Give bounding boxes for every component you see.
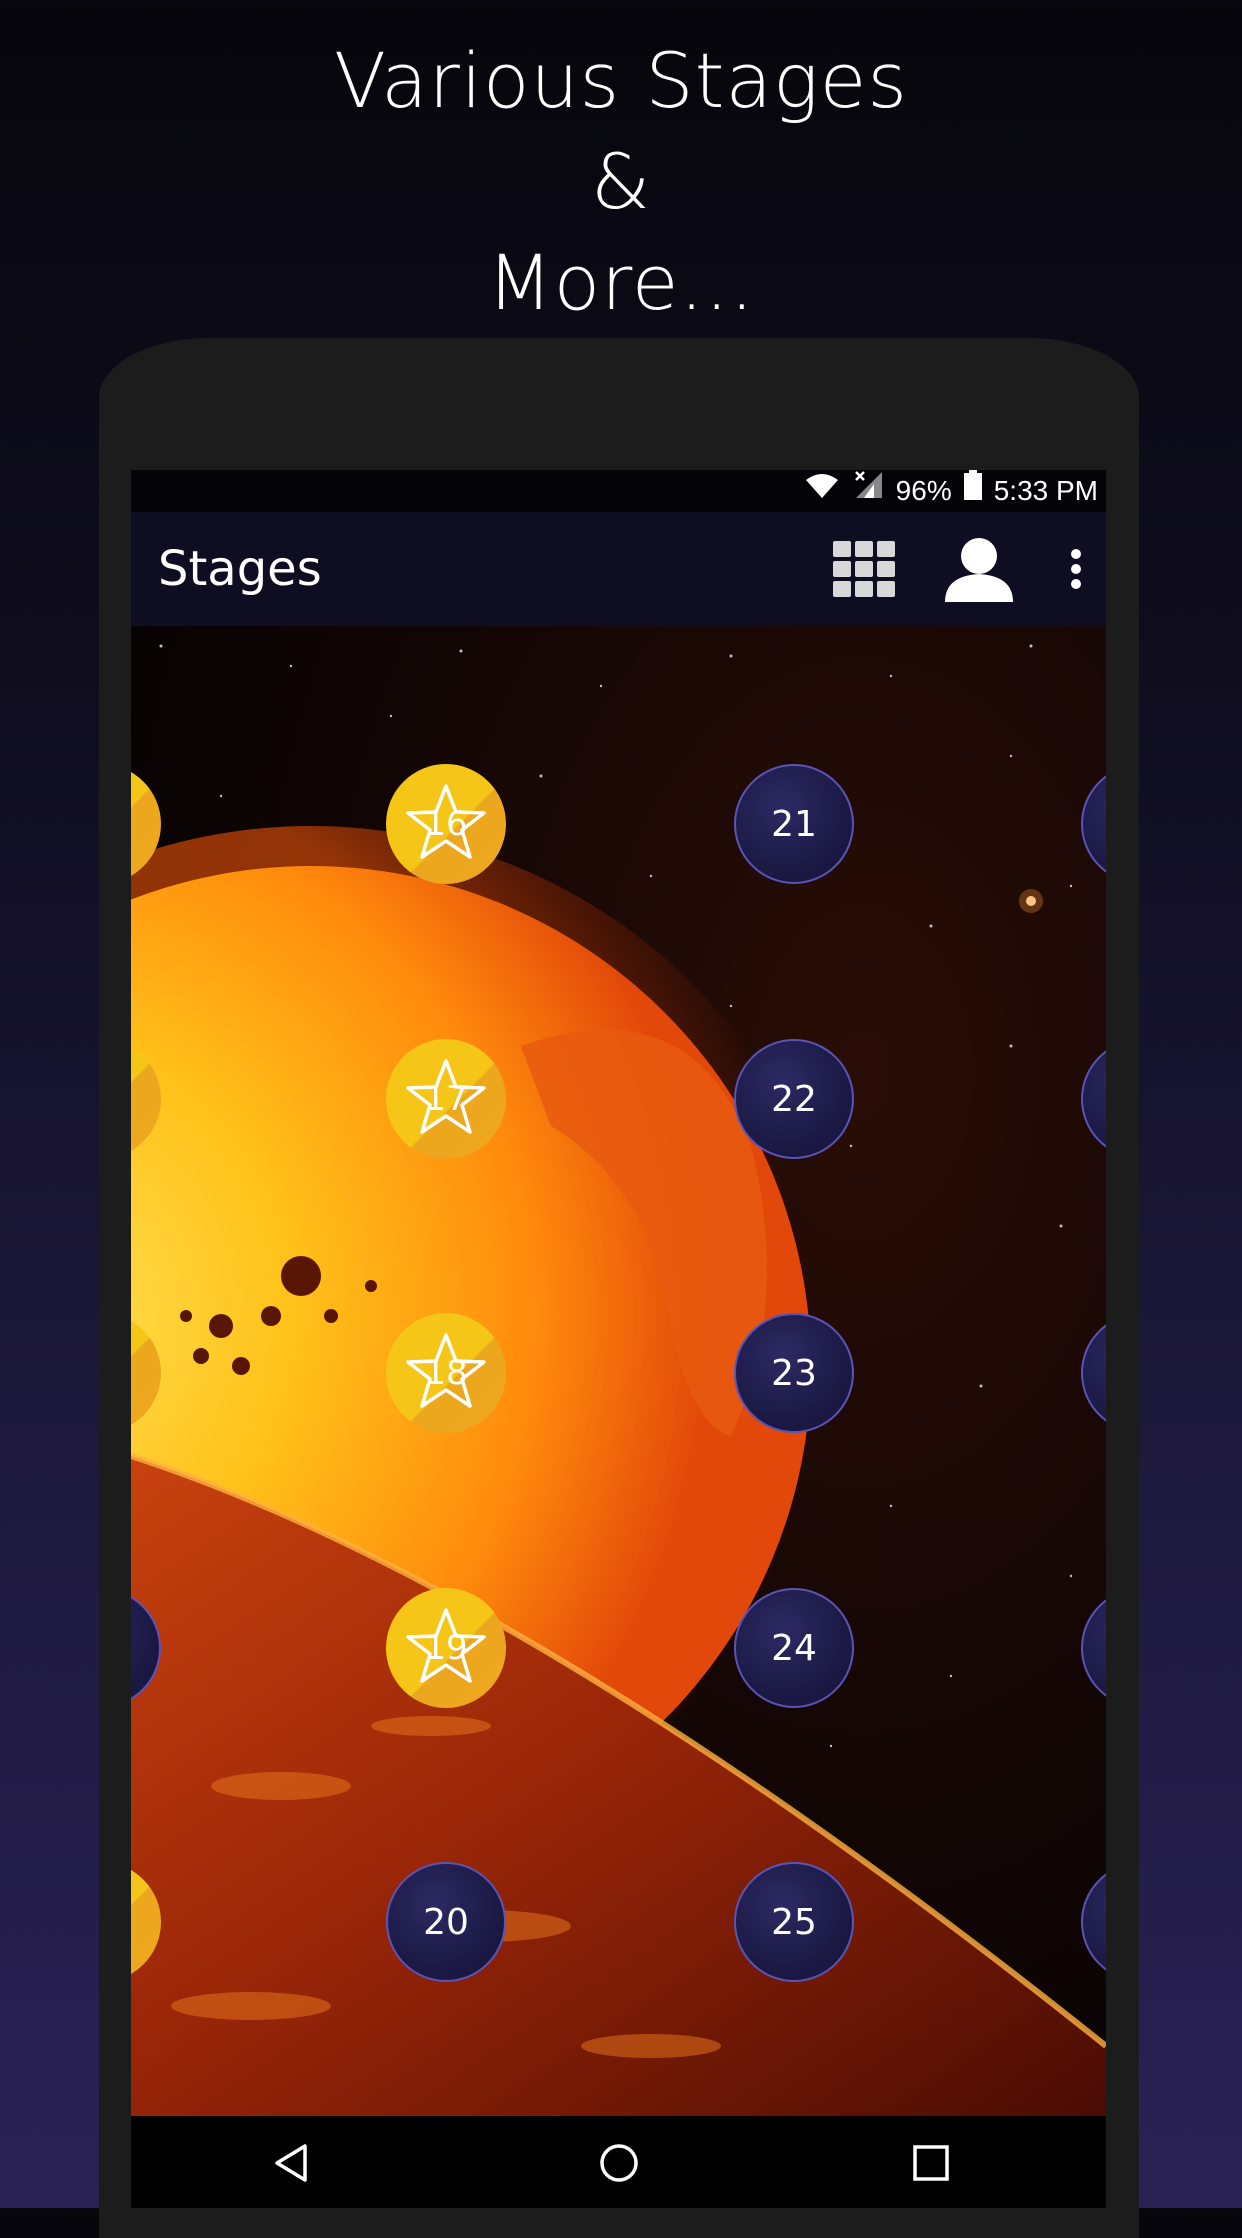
back-button[interactable] (251, 2118, 331, 2208)
no-signal-icon (852, 470, 884, 512)
status-bar: 96% 5:33 PM (131, 470, 1106, 512)
clock: 5:33 PM (993, 475, 1098, 506)
grid-view-button[interactable] (819, 512, 909, 626)
stage-number: 25 (771, 1901, 817, 1943)
stage-button-21[interactable]: 21 (734, 764, 854, 884)
battery-icon (963, 470, 982, 512)
stage-button-25[interactable]: 25 (734, 1862, 854, 1982)
recents-button[interactable] (891, 2118, 971, 2208)
stage-number: 19 (424, 1628, 468, 1668)
stage-number: 16 (424, 804, 468, 844)
home-button[interactable] (579, 2118, 659, 2208)
stage-button-22[interactable]: 22 (734, 1039, 854, 1159)
stage-number: 21 (771, 803, 817, 845)
app-bar: Stages (131, 512, 1106, 626)
page-title: Stages (158, 541, 322, 597)
stage-button-17[interactable]: 17 (386, 1039, 506, 1159)
battery-percent: 96% (895, 475, 952, 506)
wifi-icon (804, 470, 840, 512)
stage-number: 24 (771, 1627, 817, 1669)
stage-button-24[interactable]: 24 (734, 1588, 854, 1708)
headline-line-2: & (590, 137, 652, 226)
recents-icon (913, 2145, 949, 2181)
stage-number: 20 (423, 1901, 469, 1943)
phone-screen: 96% 5:33 PM Stages 16 17 18 19 20 21 22 … (131, 470, 1106, 2208)
stage-map: 16 17 18 19 20 21 22 23 24 25 (131, 626, 1106, 2116)
profile-button[interactable] (934, 512, 1024, 626)
system-nav-bar (131, 2118, 1106, 2208)
stage-number: 17 (424, 1079, 468, 1119)
stage-button-16[interactable]: 16 (386, 764, 506, 884)
grid-icon (833, 541, 895, 597)
space-background (131, 626, 1106, 2116)
profile-icon (945, 538, 1013, 602)
stage-number: 22 (771, 1078, 817, 1120)
stage-number: 18 (424, 1353, 468, 1393)
promo-headline: Various Stages & More... (0, 30, 1242, 333)
stage-button-20[interactable]: 20 (386, 1862, 506, 1982)
more-vert-icon (1071, 549, 1081, 589)
headline-line-3: More... (487, 238, 755, 327)
more-options-button[interactable] (1051, 512, 1101, 626)
stage-number: 23 (771, 1352, 817, 1394)
back-icon (275, 2144, 307, 2182)
headline-line-1: Various Stages (333, 36, 909, 125)
home-icon (600, 2144, 638, 2182)
stage-button-19[interactable]: 19 (386, 1588, 506, 1708)
stage-button-23[interactable]: 23 (734, 1313, 854, 1433)
stage-button-18[interactable]: 18 (386, 1313, 506, 1433)
